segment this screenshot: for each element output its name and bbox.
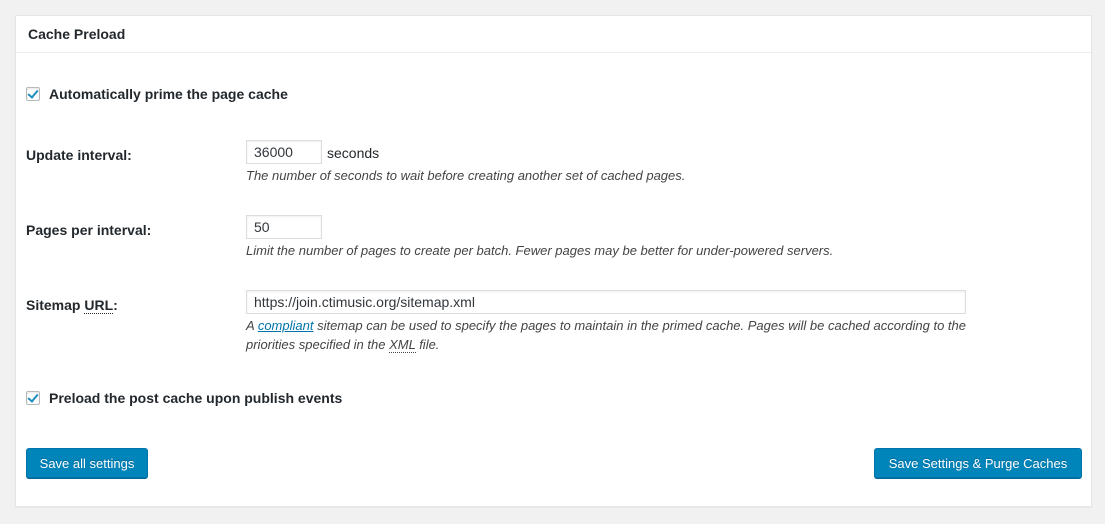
sitemap-label-abbr: URL: [84, 297, 114, 314]
sitemap-label-suffix: :: [113, 297, 118, 313]
save-all-settings-button[interactable]: Save all settings: [26, 448, 148, 478]
save-purge-caches-button[interactable]: Save Settings & Purge Caches: [874, 448, 1082, 478]
preload-post-label[interactable]: Preload the post cache upon publish even…: [49, 390, 342, 406]
sitemap-description-line-2: priorities specified in the XML file.: [246, 335, 966, 354]
pages-per-interval-label: Pages per interval:: [26, 222, 152, 238]
auto-prime-checkbox[interactable]: [26, 87, 40, 101]
pages-per-interval-input[interactable]: 50: [246, 215, 322, 239]
auto-prime-label[interactable]: Automatically prime the page cache: [49, 86, 288, 102]
preload-post-row[interactable]: Preload the post cache upon publish even…: [26, 390, 342, 406]
update-interval-label: Update interval:: [26, 147, 132, 163]
sitemap-desc-line2-suffix: file.: [415, 337, 440, 352]
compliant-link[interactable]: compliant: [258, 318, 314, 333]
xml-abbr: XML: [389, 337, 416, 353]
auto-prime-row[interactable]: Automatically prime the page cache: [26, 86, 288, 102]
sitemap-description-line-1: A compliant sitemap can be used to speci…: [246, 316, 966, 335]
checkmark-icon: [27, 391, 39, 403]
update-interval-input[interactable]: 36000: [246, 140, 322, 164]
sitemap-description: A compliant sitemap can be used to speci…: [246, 316, 966, 354]
cache-preload-panel: Cache Preload Automatically prime the pa…: [15, 15, 1092, 507]
sitemap-url-label: Sitemap URL:: [26, 297, 118, 314]
update-interval-description: The number of seconds to wait before cre…: [246, 168, 686, 183]
sitemap-desc-suffix: sitemap can be used to specify the pages…: [313, 318, 967, 333]
panel-header: Cache Preload: [16, 16, 1091, 53]
checkmark-icon: [27, 87, 39, 99]
sitemap-url-input[interactable]: https://join.ctimusic.org/sitemap.xml: [246, 290, 966, 314]
pages-per-interval-description: Limit the number of pages to create per …: [246, 243, 834, 258]
sitemap-desc-line2-prefix: priorities specified in the: [246, 337, 390, 352]
update-interval-unit: seconds: [327, 145, 380, 161]
preload-post-checkbox[interactable]: [26, 391, 40, 405]
sitemap-desc-prefix: A: [246, 318, 258, 333]
panel-title: Cache Preload: [28, 26, 126, 42]
sitemap-label-prefix: Sitemap: [26, 297, 85, 313]
